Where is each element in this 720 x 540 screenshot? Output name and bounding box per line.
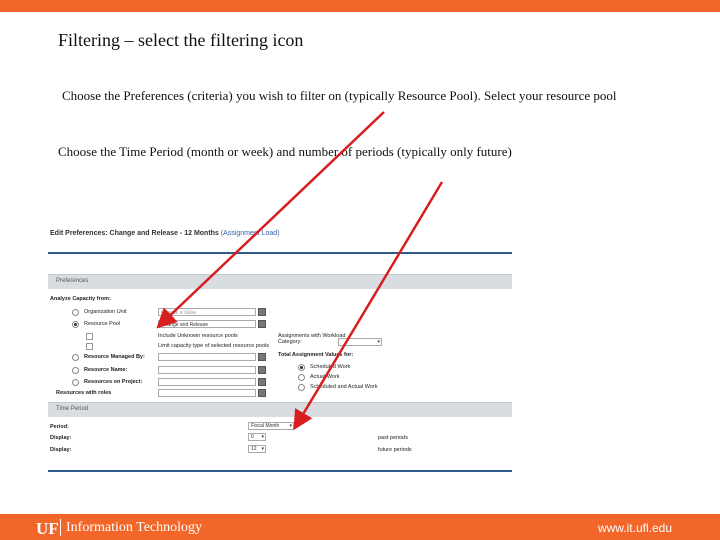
- limit-capacity-checkbox[interactable]: [86, 343, 93, 350]
- managed-by-label: Resource Managed By:: [84, 354, 145, 360]
- scheduled-work-label: Scheduled Work: [310, 364, 351, 370]
- resource-pool-browse-button[interactable]: [258, 320, 266, 328]
- with-roles-label: Resources with roles: [56, 390, 112, 396]
- resource-name-radio[interactable]: [72, 367, 79, 374]
- on-project-radio[interactable]: [72, 379, 79, 386]
- managed-by-radio[interactable]: [72, 354, 79, 361]
- org-unit-label: Organization Unit: [84, 309, 127, 315]
- past-periods-label: past periods: [378, 435, 408, 441]
- resource-name-browse-button[interactable]: [258, 366, 266, 374]
- on-project-label: Resources on Project:: [84, 379, 143, 385]
- org-unit-radio[interactable]: [72, 309, 79, 316]
- footer-url-link[interactable]: www.it.ufl.edu: [598, 521, 672, 535]
- analyze-label: Analyze Capacity from:: [50, 296, 111, 302]
- display-future-select[interactable]: 12: [248, 445, 266, 453]
- include-unknown-checkbox[interactable]: [86, 333, 93, 340]
- managed-by-input[interactable]: [158, 353, 256, 361]
- resource-name-input[interactable]: [158, 366, 256, 374]
- period-label: Period:: [50, 424, 69, 430]
- logo-divider: [60, 519, 61, 536]
- scheduled-actual-label: Scheduled and Actual Work: [310, 384, 378, 390]
- scheduled-actual-radio[interactable]: [298, 384, 305, 391]
- display-past-select[interactable]: 0: [248, 433, 266, 441]
- workload-category-select[interactable]: [338, 338, 382, 346]
- total-values-label: Total Assignment Values for:: [278, 352, 354, 358]
- managed-by-browse-button[interactable]: [258, 353, 266, 361]
- header-rule: [48, 252, 512, 254]
- resource-name-label: Resource Name:: [84, 367, 128, 373]
- instruction-time-period: Choose the Time Period (month or week) a…: [58, 144, 512, 159]
- footer-rule: [48, 470, 512, 472]
- resource-pool-radio[interactable]: [72, 321, 79, 328]
- footer-org-name: Information Technology: [66, 520, 203, 535]
- actual-work-label: Actual Work: [310, 374, 340, 380]
- org-unit-input[interactable]: Choose a Value: [158, 308, 256, 316]
- limit-capacity-label: Limit capacity type of selected resource…: [158, 343, 269, 349]
- with-roles-input[interactable]: [158, 389, 256, 397]
- preferences-section-band: Preferences: [48, 274, 512, 289]
- resource-pool-label: Resource Pool: [84, 321, 121, 327]
- with-roles-browse-button[interactable]: [258, 389, 266, 397]
- display-future-label: Display:: [50, 447, 72, 453]
- uf-logo: UF: [36, 519, 59, 538]
- screenshot-header: Edit Preferences: Change and Release - 1…: [50, 230, 280, 237]
- top-accent-bar: [0, 0, 720, 12]
- future-periods-label: future periods: [378, 447, 412, 453]
- time-period-section-band: Time Period: [48, 402, 512, 417]
- on-project-input[interactable]: [158, 378, 256, 386]
- org-unit-browse-button[interactable]: [258, 308, 266, 316]
- on-project-browse-button[interactable]: [258, 378, 266, 386]
- instruction-preferences: Choose the Preferences (criteria) you wi…: [62, 88, 617, 103]
- display-past-label: Display:: [50, 435, 72, 441]
- preferences-screenshot: Edit Preferences: Change and Release - 1…: [48, 222, 512, 474]
- scheduled-work-radio[interactable]: [298, 364, 305, 371]
- include-unknown-label: Include Unknown resource pools: [158, 333, 238, 339]
- actual-work-radio[interactable]: [298, 374, 305, 381]
- slide-title: Filtering – select the filtering icon: [58, 30, 304, 50]
- footer-bar: UF Information Technology www.it.ufl.edu: [0, 514, 720, 540]
- period-select[interactable]: Fiscal Month: [248, 422, 294, 430]
- resource-pool-input[interactable]: Change and Release: [158, 320, 256, 328]
